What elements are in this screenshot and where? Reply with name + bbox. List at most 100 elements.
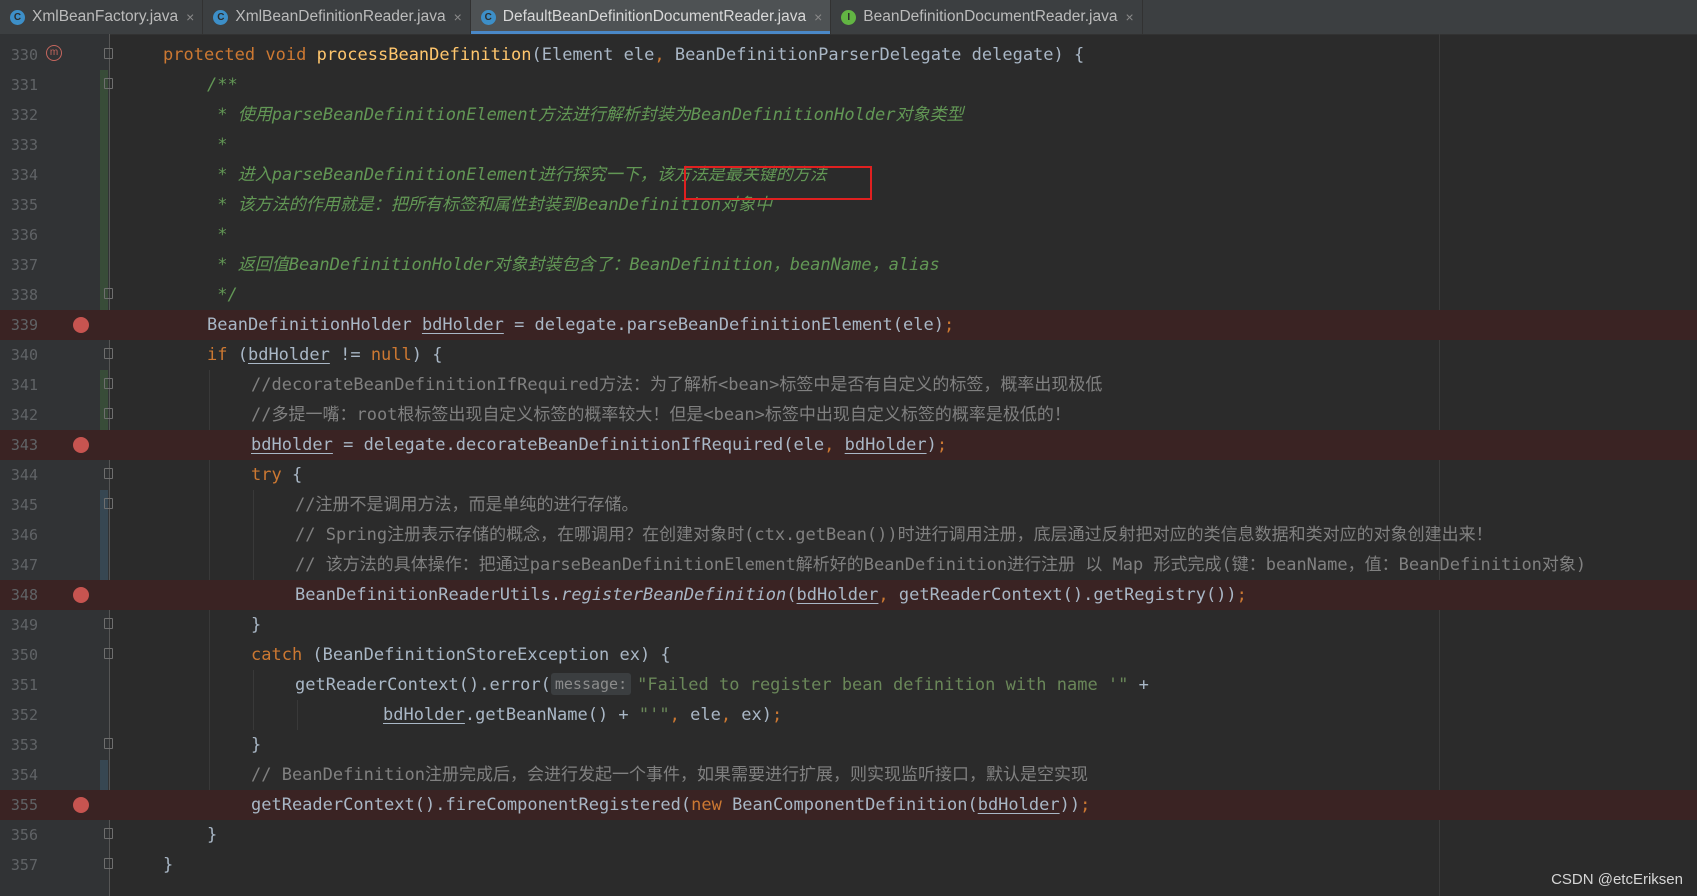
- keyword: if: [207, 345, 228, 365]
- code-line[interactable]: 350 catch (BeanDefinitionStoreException …: [0, 640, 1697, 670]
- indent-guide: [209, 730, 210, 760]
- code-line[interactable]: 356 }: [0, 820, 1697, 850]
- override-method-icon[interactable]: m: [46, 45, 62, 61]
- variable-bdholder: bdHolder: [796, 585, 879, 605]
- indent-guide: [209, 670, 210, 700]
- code-line[interactable]: 347 // 该方法的具体操作：把通过parseBeanDefinitionEl…: [0, 550, 1697, 580]
- fold-marker-icon[interactable]: [104, 408, 113, 419]
- breakpoint-icon[interactable]: [73, 317, 89, 333]
- breakpoint-icon[interactable]: [73, 797, 89, 813]
- code-line[interactable]: 353 }: [0, 730, 1697, 760]
- code-line[interactable]: 354 // BeanDefinition注册完成后，会进行发起一个事件，如果需…: [0, 760, 1697, 790]
- code-text: getReaderContext().error(message: "Failed…: [295, 670, 1149, 700]
- gutter-cell: 344: [0, 460, 113, 490]
- gutter-cell: 347: [0, 550, 110, 580]
- vcs-change-marker[interactable]: [100, 130, 108, 160]
- code-text: protected void processBeanDefinition(Ele…: [163, 40, 1084, 70]
- code-line[interactable]: 345 //注册不是调用方法，而是单纯的进行存储。: [0, 490, 1697, 520]
- vcs-change-marker[interactable]: [100, 250, 108, 280]
- tab-xmlbeanfactory[interactable]: C XmlBeanFactory.java ×: [0, 0, 204, 34]
- close-icon[interactable]: ×: [186, 9, 194, 25]
- code-token: // 该方法的具体操作：把通过parseBeanDefinitionElemen…: [295, 555, 1587, 575]
- code-token: (Element ele: [531, 45, 655, 65]
- tab-defaultbeandefinitiondocumentreader[interactable]: C DefaultBeanDefinitionDocumentReader.ja…: [470, 0, 832, 34]
- code-line[interactable]: 349 }: [0, 610, 1697, 640]
- code-line[interactable]: 332 * 使用parseBeanDefinitionElement方法进行解析…: [0, 100, 1697, 130]
- code-line[interactable]: 340 if (bdHolder != null) {: [0, 340, 1697, 370]
- variable-bdholder: bdHolder: [247, 345, 330, 365]
- code-token: * 进入parseBeanDefinitionElement进行探究一下，: [207, 165, 657, 185]
- line-number: 329: [0, 34, 38, 38]
- fold-marker-icon[interactable]: [104, 858, 113, 869]
- comma: ,: [669, 705, 680, 725]
- fold-marker-icon[interactable]: [104, 288, 113, 299]
- fold-marker-icon[interactable]: [104, 828, 113, 839]
- breakpoint-icon[interactable]: [73, 587, 89, 603]
- line-number: 346: [10, 526, 38, 544]
- fold-marker-icon[interactable]: [104, 738, 113, 749]
- code-line[interactable]: 337 * 返回值BeanDefinitionHolder对象封装包含了：Bea…: [0, 250, 1697, 280]
- code-line[interactable]: 351 getReaderContext().error(message: "Fa…: [0, 670, 1697, 700]
- comma: ,: [824, 435, 835, 455]
- vcs-change-marker[interactable]: [100, 100, 108, 130]
- code-line[interactable]: 352 bdHolder.getBeanName() + "'", ele, e…: [0, 700, 1697, 730]
- code-line-breakpoint[interactable]: 348 BeanDefinitionReaderUtils.registerBe…: [0, 580, 1697, 610]
- code-line[interactable]: 336 *: [0, 220, 1697, 250]
- line-number: 353: [10, 736, 38, 754]
- close-icon[interactable]: ×: [454, 9, 462, 25]
- vcs-change-marker[interactable]: [100, 190, 108, 220]
- line-number: 354: [10, 766, 38, 784]
- vcs-change-marker[interactable]: [100, 550, 108, 580]
- fold-marker-icon[interactable]: [104, 648, 113, 659]
- code-line[interactable]: 330 m protected void processBeanDefiniti…: [0, 40, 1697, 70]
- semicolon: ;: [936, 435, 948, 455]
- fold-marker-icon[interactable]: [104, 78, 113, 89]
- indent-guide: [253, 550, 254, 580]
- indent-guide: [209, 370, 210, 400]
- line-number: 338: [10, 286, 38, 304]
- vcs-change-marker[interactable]: [100, 220, 108, 250]
- code-line[interactable]: 357 }: [0, 850, 1697, 880]
- tab-beandefinitiondocumentreader[interactable]: I BeanDefinitionDocumentReader.java ×: [831, 0, 1143, 34]
- code-line[interactable]: 331 /**: [0, 70, 1697, 100]
- vcs-change-marker[interactable]: [100, 760, 108, 790]
- close-icon[interactable]: ×: [1125, 9, 1133, 25]
- doc-comment: *: [207, 130, 227, 160]
- variable-bdholder: bdHolder: [977, 795, 1060, 815]
- line-number: 330: [10, 46, 38, 64]
- line-number: 352: [10, 706, 38, 724]
- fold-marker-icon[interactable]: [104, 618, 113, 629]
- fold-marker-icon[interactable]: [104, 468, 113, 479]
- breakpoint-icon[interactable]: [73, 437, 89, 453]
- vcs-change-marker[interactable]: [100, 520, 108, 550]
- gutter-cell: 356: [0, 820, 113, 850]
- fold-marker-icon[interactable]: [104, 378, 113, 389]
- fold-marker-icon[interactable]: [104, 348, 113, 359]
- gutter-cell: 341: [0, 370, 113, 400]
- code-token: */: [207, 285, 238, 305]
- code-line-breakpoint[interactable]: 343 bdHolder = delegate.decorateBeanDefi…: [0, 430, 1697, 460]
- gutter-cell: 334: [0, 160, 110, 190]
- code-line[interactable]: 333 *: [0, 130, 1697, 160]
- fold-marker-icon[interactable]: [104, 48, 113, 59]
- code-line[interactable]: 346 // Spring注册表示存储的概念，在哪调用？在创建对象时(ctx.g…: [0, 520, 1697, 550]
- code-text: catch (BeanDefinitionStoreException ex) …: [251, 640, 671, 670]
- code-line-breakpoint[interactable]: 355 getReaderContext().fireComponentRegi…: [0, 790, 1697, 820]
- tab-xmlbeandefinitionreader[interactable]: C XmlBeanDefinitionReader.java ×: [203, 0, 471, 34]
- code-token: BeanDefinitionReaderUtils.: [295, 585, 562, 605]
- code-line[interactable]: 342 //多提一嘴：root根标签出现自定义标签的概率较大！但是<bean>标…: [0, 400, 1697, 430]
- code-token: = delegate.decorateBeanDefinitionIfRequi…: [332, 435, 825, 455]
- code-line[interactable]: 338 */: [0, 280, 1697, 310]
- code-line[interactable]: 341 //decorateBeanDefinitionIfRequired方法…: [0, 370, 1697, 400]
- code-editor[interactable]: 329 330 m protected void processBeanDefi…: [0, 34, 1697, 896]
- code-line[interactable]: 344 try {: [0, 460, 1697, 490]
- code-text: }: [251, 730, 261, 760]
- vcs-change-marker[interactable]: [100, 160, 108, 190]
- indent-guide: [209, 400, 210, 430]
- code-line-breakpoint[interactable]: 339 BeanDefinitionHolder bdHolder = dele…: [0, 310, 1697, 340]
- indent-guide: [253, 520, 254, 550]
- fold-marker-icon[interactable]: [104, 498, 113, 509]
- code-token: ) {: [411, 345, 443, 365]
- close-icon[interactable]: ×: [814, 9, 822, 25]
